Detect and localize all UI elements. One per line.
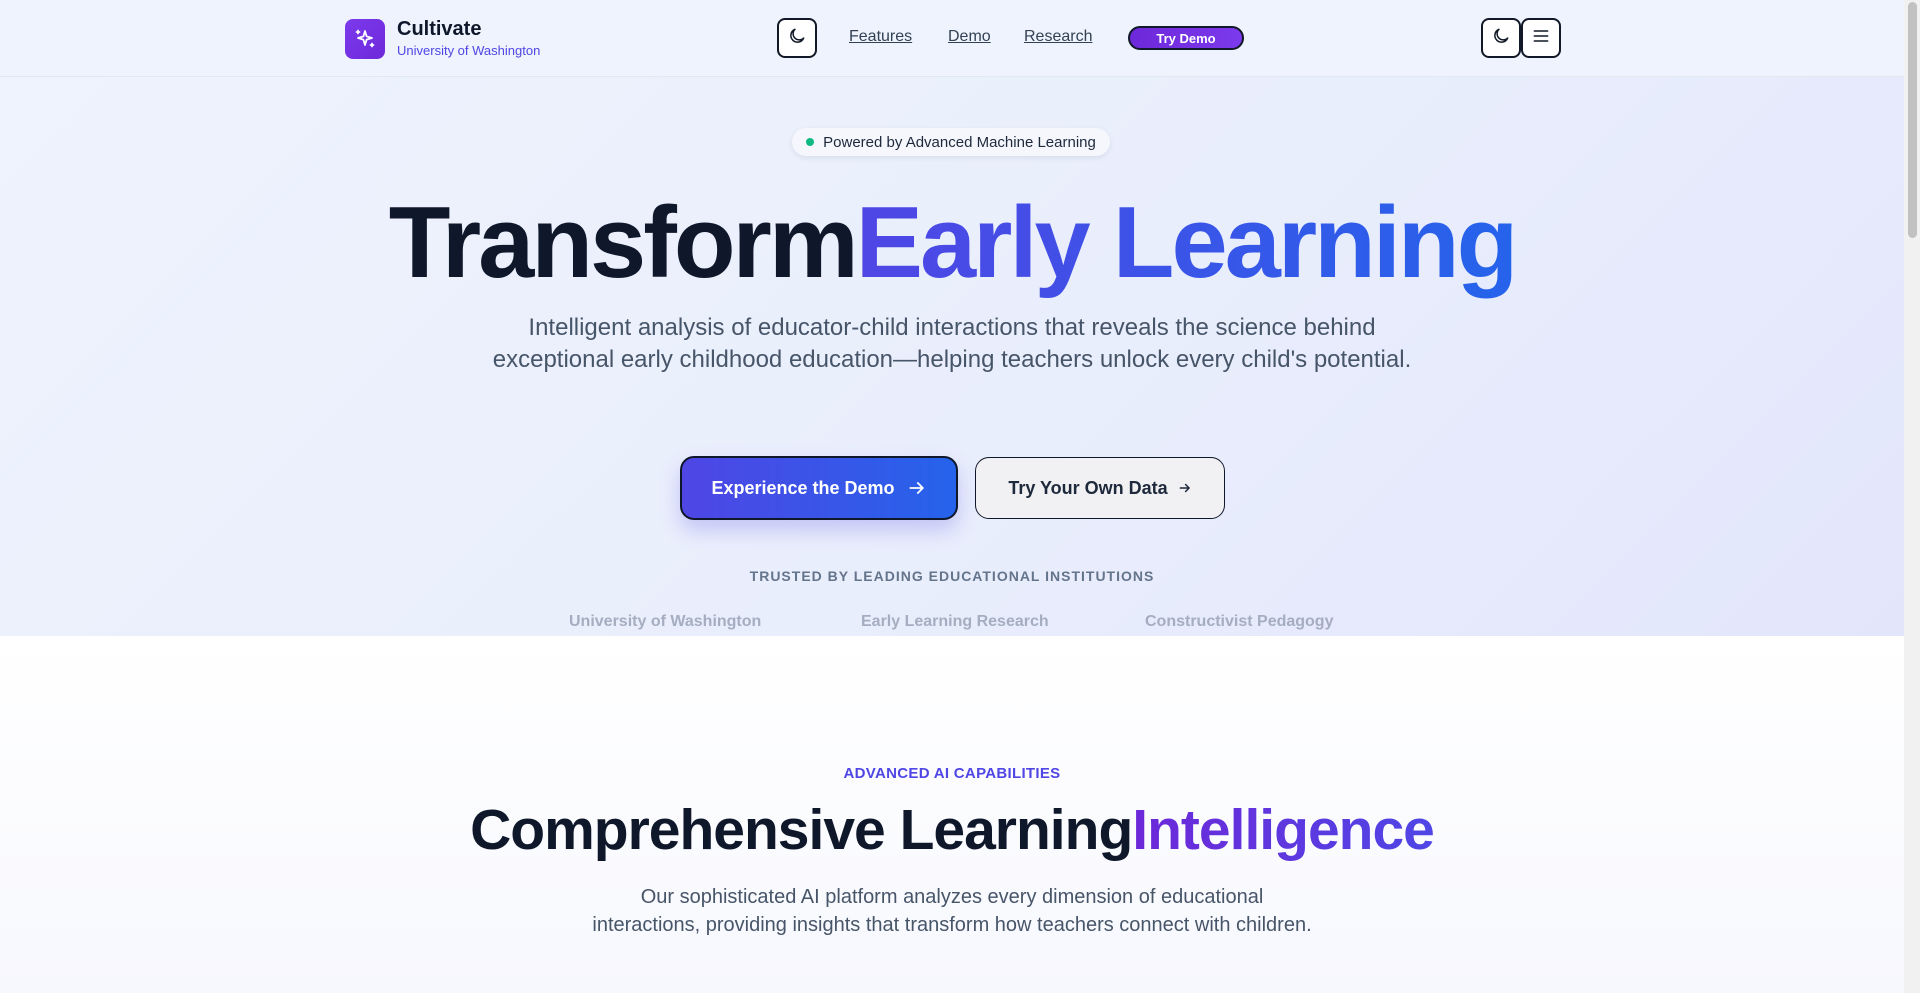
hero-title-accent: Early Learning <box>855 187 1519 299</box>
features-title-accent: Intelligence <box>1132 798 1435 862</box>
features-eyebrow: ADVANCED AI CAPABILITIES <box>843 765 1061 782</box>
experience-demo-label: Experience the Demo <box>711 477 895 498</box>
features-title: Comprehensive LearningIntelligence <box>0 795 1904 865</box>
nav-link-demo[interactable]: Demo <box>948 27 991 47</box>
institution-early-learning: Early Learning Research <box>861 613 1049 630</box>
features-section: ADVANCED AI CAPABILITIES Comprehensive L… <box>0 636 1904 993</box>
badge-label: Powered by Advanced Machine Learning <box>823 133 1096 151</box>
features-title-dark: Comprehensive Learning <box>470 798 1133 862</box>
try-demo-button[interactable]: Try Demo <box>1128 26 1244 50</box>
brand-name: Cultivate <box>397 18 482 40</box>
try-own-data-button[interactable]: Try Your Own Data <box>975 457 1225 519</box>
page-scrollbar[interactable] <box>1904 0 1920 993</box>
hero-title-dark: Transform <box>388 187 859 299</box>
hero-section: Powered by Advanced Machine Learning Tra… <box>0 77 1904 636</box>
sparkles-icon <box>345 18 385 59</box>
nav-link-features[interactable]: Features <box>849 27 912 47</box>
arrow-right-icon <box>907 478 927 498</box>
brand-subtitle: University of Washington <box>397 43 541 58</box>
try-own-data-label: Try Your Own Data <box>1008 477 1168 498</box>
hamburger-icon <box>1531 26 1551 51</box>
site-header: Cultivate University of Washington Featu… <box>0 0 1904 77</box>
brand[interactable]: Cultivate University of Washington <box>345 18 540 59</box>
features-description: Our sophisticated AI platform analyzes e… <box>592 886 1312 936</box>
institution-constructivist: Constructivist Pedagogy <box>1145 613 1334 630</box>
theme-toggle-button[interactable] <box>777 18 817 58</box>
trusted-label: TRUSTED BY LEADING EDUCATIONAL INSTITUTI… <box>749 568 1155 584</box>
nav-link-research[interactable]: Research <box>1024 27 1092 47</box>
theme-toggle-button-secondary[interactable] <box>1481 18 1521 58</box>
moon-icon <box>787 26 807 51</box>
arrow-right-icon <box>1178 481 1192 495</box>
status-dot-icon <box>806 138 815 146</box>
menu-button[interactable] <box>1521 18 1561 58</box>
institution-uw: University of Washington <box>569 613 762 630</box>
scrollbar-thumb[interactable] <box>1908 2 1917 238</box>
experience-demo-button[interactable]: Experience the Demo <box>680 456 958 520</box>
hero-title: TransformEarly Learning <box>0 177 1904 309</box>
ml-badge: Powered by Advanced Machine Learning <box>792 128 1110 156</box>
hero-description: Intelligent analysis of educator-child i… <box>492 314 1412 373</box>
moon-icon <box>1491 26 1511 51</box>
